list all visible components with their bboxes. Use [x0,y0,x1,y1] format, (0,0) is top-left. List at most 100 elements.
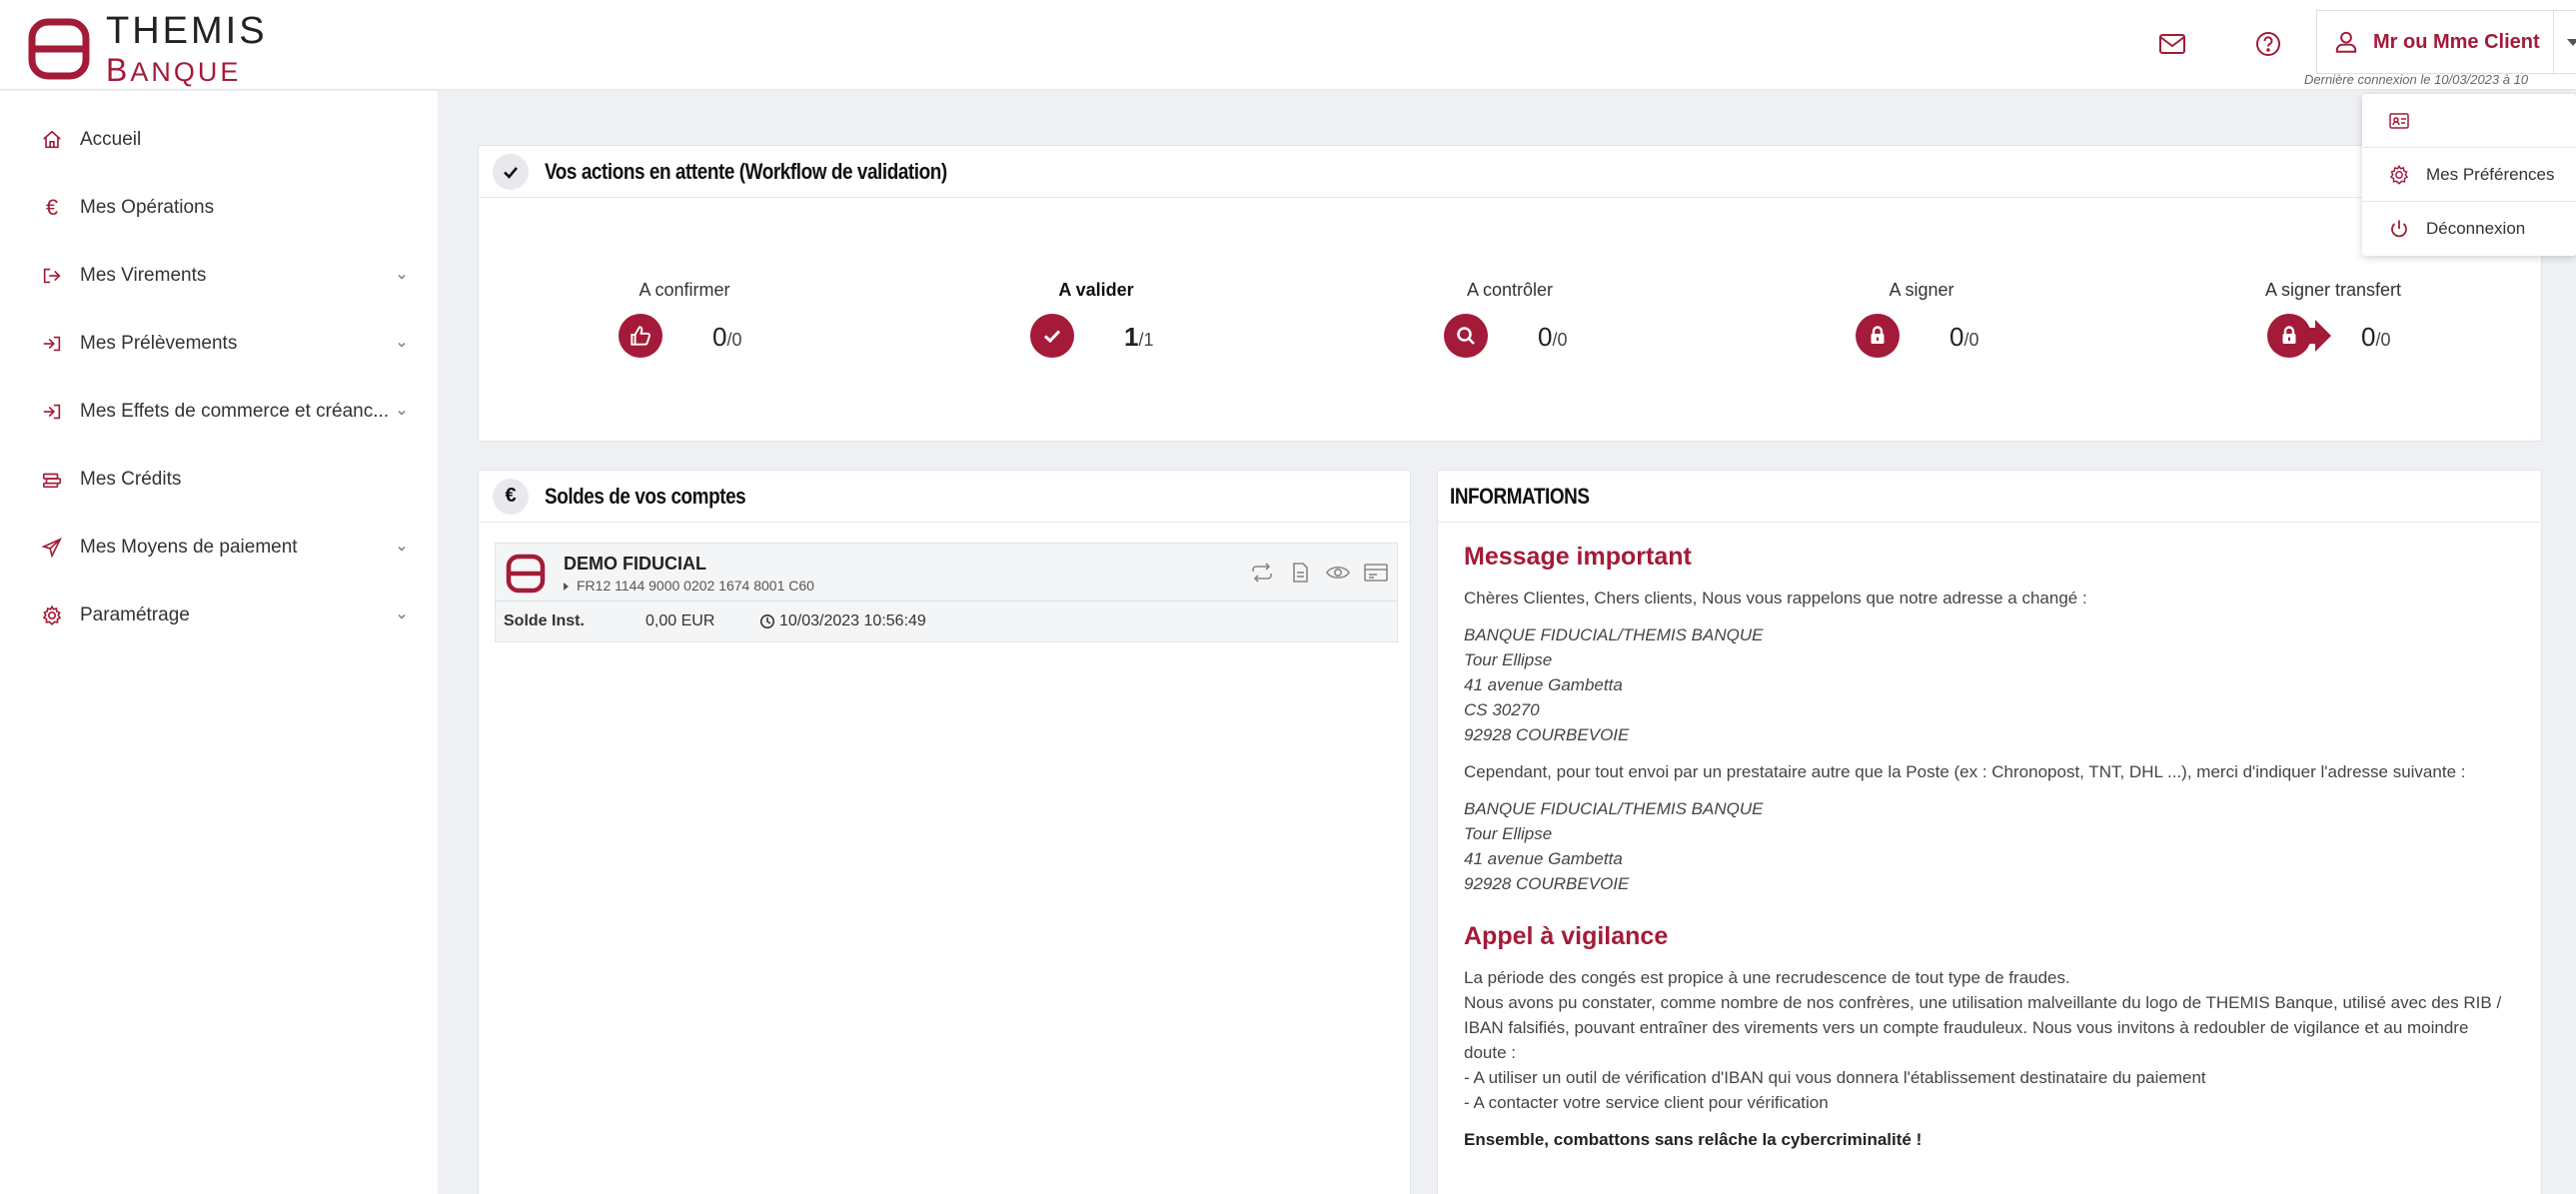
sidebar-item-parametrage[interactable]: Paramétrage [0,591,438,640]
action-a-signer-transfert[interactable]: A signer transfert 0/0 [2253,280,2576,370]
action-a-controler[interactable]: A contrôler 0/0 [1430,280,1810,370]
action-a-valider[interactable]: A valider 1/1 [1016,280,1396,370]
balance-timestamp: 10/03/2023 10:56:49 [779,612,926,629]
sidebar-item-label: Paramétrage [80,604,190,625]
action-a-confirmer[interactable]: A confirmer 0/0 [605,280,984,370]
balances-panel: € Soldes de vos comptes DEMO FIDUCIAL FR… [478,470,1411,1194]
action-count: 1/1 [1124,322,1154,352]
transfer-in-icon [40,332,64,356]
account-iban[interactable]: FR12 1144 9000 0202 1674 8001 C60 [564,578,814,594]
important-message-title: Message important [1464,543,1692,571]
user-dropdown-menu: Mes Préférences Déconnexion [2362,94,2576,256]
user-name: Mr ou Mme Client [2373,30,2540,53]
menu-item-label: Déconnexion [2426,219,2526,238]
brand-subtitle: BANQUE [106,52,242,88]
sidebar-item-moyens-paiement[interactable]: Mes Moyens de paiement [0,523,438,573]
sidebar-item-credits[interactable]: Mes Crédits [0,455,438,505]
caret-down-icon[interactable] [2567,39,2576,46]
vigilance-text: La période des congés est propice à une … [1464,968,2502,1112]
sidebar-item-prelevements[interactable]: Mes Prélèvements [0,319,438,369]
themis-logo-mark [506,554,546,594]
document-icon[interactable] [1287,562,1313,584]
chevron-down-icon[interactable] [396,610,408,622]
user-menu-button[interactable]: Mr ou Mme Client [2316,10,2576,75]
transfer-in-icon [40,400,64,424]
action-count: 0/0 [712,322,742,352]
account-name: DEMO FIDUCIAL [564,554,706,574]
transfer-out-icon [40,264,64,288]
vigilance-closing: Ensemble, combattons sans relâche la cyb… [1464,1130,1923,1149]
information-title: INFORMATIONS [1450,483,1590,509]
envelope-icon[interactable] [2156,28,2188,60]
balance-value: 0,00 EUR [645,612,715,629]
balance-label: Solde Inst. [504,612,585,629]
sidebar-item-label: Mes Effets de commerce et créanc... [80,401,390,422]
help-icon[interactable] [2252,28,2284,60]
paper-plane-icon [40,536,64,560]
action-label: A confirmer [639,280,730,300]
account-card[interactable]: DEMO FIDUCIAL FR12 1144 9000 0202 1674 8… [495,543,1398,642]
themis-logo-mark [28,18,90,80]
vigilance-title: Appel à vigilance [1464,922,1669,950]
action-a-signer[interactable]: A signer 0/0 [1842,280,2221,370]
sidebar-item-accueil[interactable]: Accueil [0,115,438,165]
chevron-down-icon[interactable] [396,271,408,283]
action-count: 0/0 [2361,322,2391,352]
check-icon [1030,314,1074,358]
coins-icon [40,468,64,492]
eye-icon[interactable] [1325,562,1351,584]
sidebar-item-label: Accueil [80,129,142,150]
sidebar-item-virements[interactable]: Mes Virements [0,251,438,301]
action-label: A valider [1058,280,1134,300]
information-panel: INFORMATIONS Message important Chères Cl… [1437,470,2542,1194]
thumbs-up-icon [619,314,662,358]
home-icon [40,128,64,152]
sidebar-item-label: Mes Crédits [80,469,182,490]
chevron-down-icon[interactable] [396,407,408,419]
pending-actions-title: Vos actions en attente (Workflow de vali… [545,158,947,184]
statement-icon[interactable] [1363,562,1389,584]
menu-item-logout[interactable]: Déconnexion [2362,202,2576,256]
action-label: A signer transfert [2264,280,2402,300]
id-card-icon [2389,112,2409,129]
themis-logo[interactable]: THEMIS BANQUE [28,12,268,86]
action-count: 0/0 [1949,322,1979,352]
important-message-intro: Chères Clientes, Chers clients, Nous vou… [1464,589,2087,607]
clock-icon [760,614,774,628]
arrow-right-icon [2305,320,2331,352]
gear-icon [2389,164,2409,185]
last-login-text: Dernière connexion le 10/03/2023 à 10 [2304,72,2529,87]
sidebar-item-label: Mes Opérations [80,197,215,218]
sidebar: Accueil € Mes Opérations Mes Virements M… [0,91,438,1194]
sidebar-item-label: Mes Prélèvements [80,333,238,354]
check-icon [493,153,529,190]
euro-icon: € [493,478,529,515]
caret-right-icon [564,583,569,592]
address-block: BANQUE FIDUCIAL/THEMIS BANQUE Tour Ellip… [1464,625,1764,744]
balances-title: Soldes de vos comptes [545,483,746,509]
important-message-courier: Cependant, pour tout envoi par un presta… [1464,762,2466,781]
sidebar-item-label: Mes Virements [80,265,207,286]
brand-title: THEMIS [106,10,268,52]
magnifier-icon [1444,314,1488,358]
chevron-down-icon[interactable] [396,543,408,555]
sidebar-item-operations[interactable]: € Mes Opérations [0,183,438,233]
menu-item-profile[interactable] [2362,94,2576,148]
gear-icon [40,603,64,627]
pending-actions-panel: Vos actions en attente (Workflow de vali… [478,145,2542,442]
menu-item-label: Mes Préférences [2426,164,2555,184]
action-count: 0/0 [1538,322,1568,352]
action-label: A signer [1889,280,1954,300]
euro-icon: € [45,195,59,220]
action-label: A contrôler [1466,280,1554,300]
lock-icon [1856,314,1900,358]
user-icon [2335,31,2357,53]
sidebar-item-label: Mes Moyens de paiement [80,537,298,558]
top-header: THEMIS BANQUE Mr ou Mme Client Dernière … [0,0,2576,90]
menu-item-preferences[interactable]: Mes Préférences [2362,148,2576,202]
transfer-icon[interactable] [1249,562,1275,584]
courier-address-block: BANQUE FIDUCIAL/THEMIS BANQUE Tour Ellip… [1464,799,1764,893]
power-icon [2391,220,2407,238]
chevron-down-icon[interactable] [396,339,408,351]
sidebar-item-effets[interactable]: Mes Effets de commerce et créanc... [0,387,438,437]
